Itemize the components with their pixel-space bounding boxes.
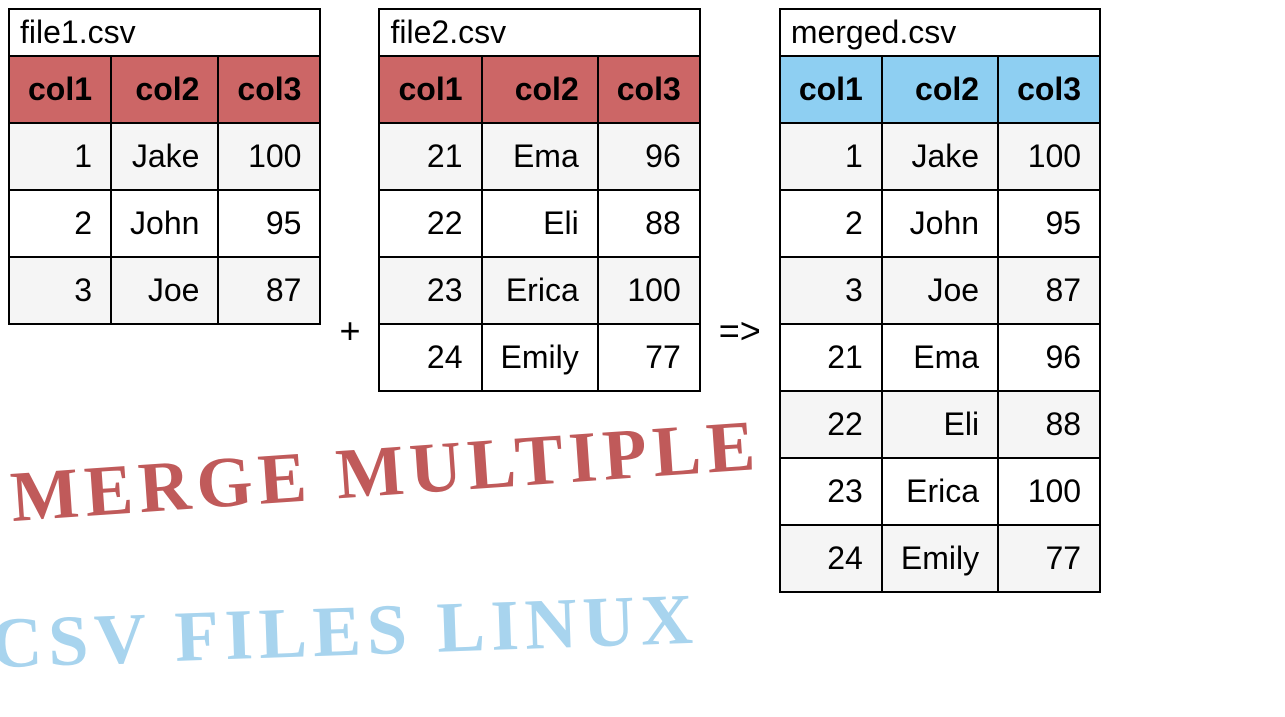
file2-col-header: col2 bbox=[482, 56, 598, 123]
cell: 22 bbox=[780, 391, 882, 458]
table-row: 24 Emily 77 bbox=[780, 525, 1100, 592]
cell: 96 bbox=[998, 324, 1100, 391]
cell: Eli bbox=[482, 190, 598, 257]
file2-filename: file2.csv bbox=[378, 8, 700, 55]
cell: 1 bbox=[9, 123, 111, 190]
cell: 24 bbox=[780, 525, 882, 592]
cell: Joe bbox=[882, 257, 998, 324]
cell: 95 bbox=[218, 190, 320, 257]
cell: 100 bbox=[218, 123, 320, 190]
cell: 24 bbox=[379, 324, 481, 391]
cell: 77 bbox=[998, 525, 1100, 592]
merged-col-header: col3 bbox=[998, 56, 1100, 123]
file1-col-header: col1 bbox=[9, 56, 111, 123]
cell: 100 bbox=[598, 257, 700, 324]
cell: 87 bbox=[998, 257, 1100, 324]
cell: Emily bbox=[882, 525, 998, 592]
table-row: 1 Jake 100 bbox=[780, 123, 1100, 190]
merged-header: col1 col2 col3 bbox=[780, 56, 1100, 123]
cell: John bbox=[882, 190, 998, 257]
cell: 77 bbox=[598, 324, 700, 391]
cell: 3 bbox=[780, 257, 882, 324]
table-row: 24 Emily 77 bbox=[379, 324, 699, 391]
table-row: 21 Ema 96 bbox=[379, 123, 699, 190]
cell: 22 bbox=[379, 190, 481, 257]
cell: Erica bbox=[882, 458, 998, 525]
table-row: 22 Eli 88 bbox=[379, 190, 699, 257]
cell: 23 bbox=[379, 257, 481, 324]
table-row: 3 Joe 87 bbox=[9, 257, 320, 324]
merged-col-header: col2 bbox=[882, 56, 998, 123]
cell: 95 bbox=[998, 190, 1100, 257]
cell: Jake bbox=[111, 123, 218, 190]
cell: 21 bbox=[780, 324, 882, 391]
cell: Jake bbox=[882, 123, 998, 190]
cell: Ema bbox=[482, 123, 598, 190]
cell: 3 bbox=[9, 257, 111, 324]
plus-operator: + bbox=[321, 310, 378, 352]
merged-table-block: merged.csv col1 col2 col3 1 Jake 100 2 J… bbox=[779, 8, 1101, 593]
cell: Ema bbox=[882, 324, 998, 391]
cell: Joe bbox=[111, 257, 218, 324]
table-row: 23 Erica 100 bbox=[379, 257, 699, 324]
table-row: 21 Ema 96 bbox=[780, 324, 1100, 391]
cell: 88 bbox=[998, 391, 1100, 458]
merged-filename: merged.csv bbox=[779, 8, 1101, 55]
file2-table-block: file2.csv col1 col2 col3 21 Ema 96 22 El… bbox=[378, 8, 700, 392]
cell: 96 bbox=[598, 123, 700, 190]
file2-table: col1 col2 col3 21 Ema 96 22 Eli 88 23 bbox=[378, 55, 700, 392]
file1-header: col1 col2 col3 bbox=[9, 56, 320, 123]
cell: 23 bbox=[780, 458, 882, 525]
cell: Erica bbox=[482, 257, 598, 324]
table-row: 1 Jake 100 bbox=[9, 123, 320, 190]
cell: 100 bbox=[998, 458, 1100, 525]
cell: 1 bbox=[780, 123, 882, 190]
table-row: 2 John 95 bbox=[780, 190, 1100, 257]
merged-table: col1 col2 col3 1 Jake 100 2 John 95 3 bbox=[779, 55, 1101, 593]
caption-line2: CSV FILES LINUX bbox=[0, 578, 700, 686]
cell: Eli bbox=[882, 391, 998, 458]
arrow-operator: => bbox=[701, 310, 779, 352]
table-row: 3 Joe 87 bbox=[780, 257, 1100, 324]
file2-col-header: col1 bbox=[379, 56, 481, 123]
file1-table-block: file1.csv col1 col2 col3 1 Jake 100 2 Jo… bbox=[8, 8, 321, 325]
merged-col-header: col1 bbox=[780, 56, 882, 123]
table-row: 22 Eli 88 bbox=[780, 391, 1100, 458]
file1-col-header: col3 bbox=[218, 56, 320, 123]
table-row: 2 John 95 bbox=[9, 190, 320, 257]
cell: 100 bbox=[998, 123, 1100, 190]
cell: 21 bbox=[379, 123, 481, 190]
cell: Emily bbox=[482, 324, 598, 391]
file1-table: col1 col2 col3 1 Jake 100 2 John 95 3 bbox=[8, 55, 321, 325]
cell: John bbox=[111, 190, 218, 257]
cell: 2 bbox=[780, 190, 882, 257]
cell: 87 bbox=[218, 257, 320, 324]
cell: 88 bbox=[598, 190, 700, 257]
file1-col-header: col2 bbox=[111, 56, 218, 123]
file2-col-header: col3 bbox=[598, 56, 700, 123]
file2-header: col1 col2 col3 bbox=[379, 56, 699, 123]
cell: 2 bbox=[9, 190, 111, 257]
table-row: 23 Erica 100 bbox=[780, 458, 1100, 525]
file1-filename: file1.csv bbox=[8, 8, 321, 55]
